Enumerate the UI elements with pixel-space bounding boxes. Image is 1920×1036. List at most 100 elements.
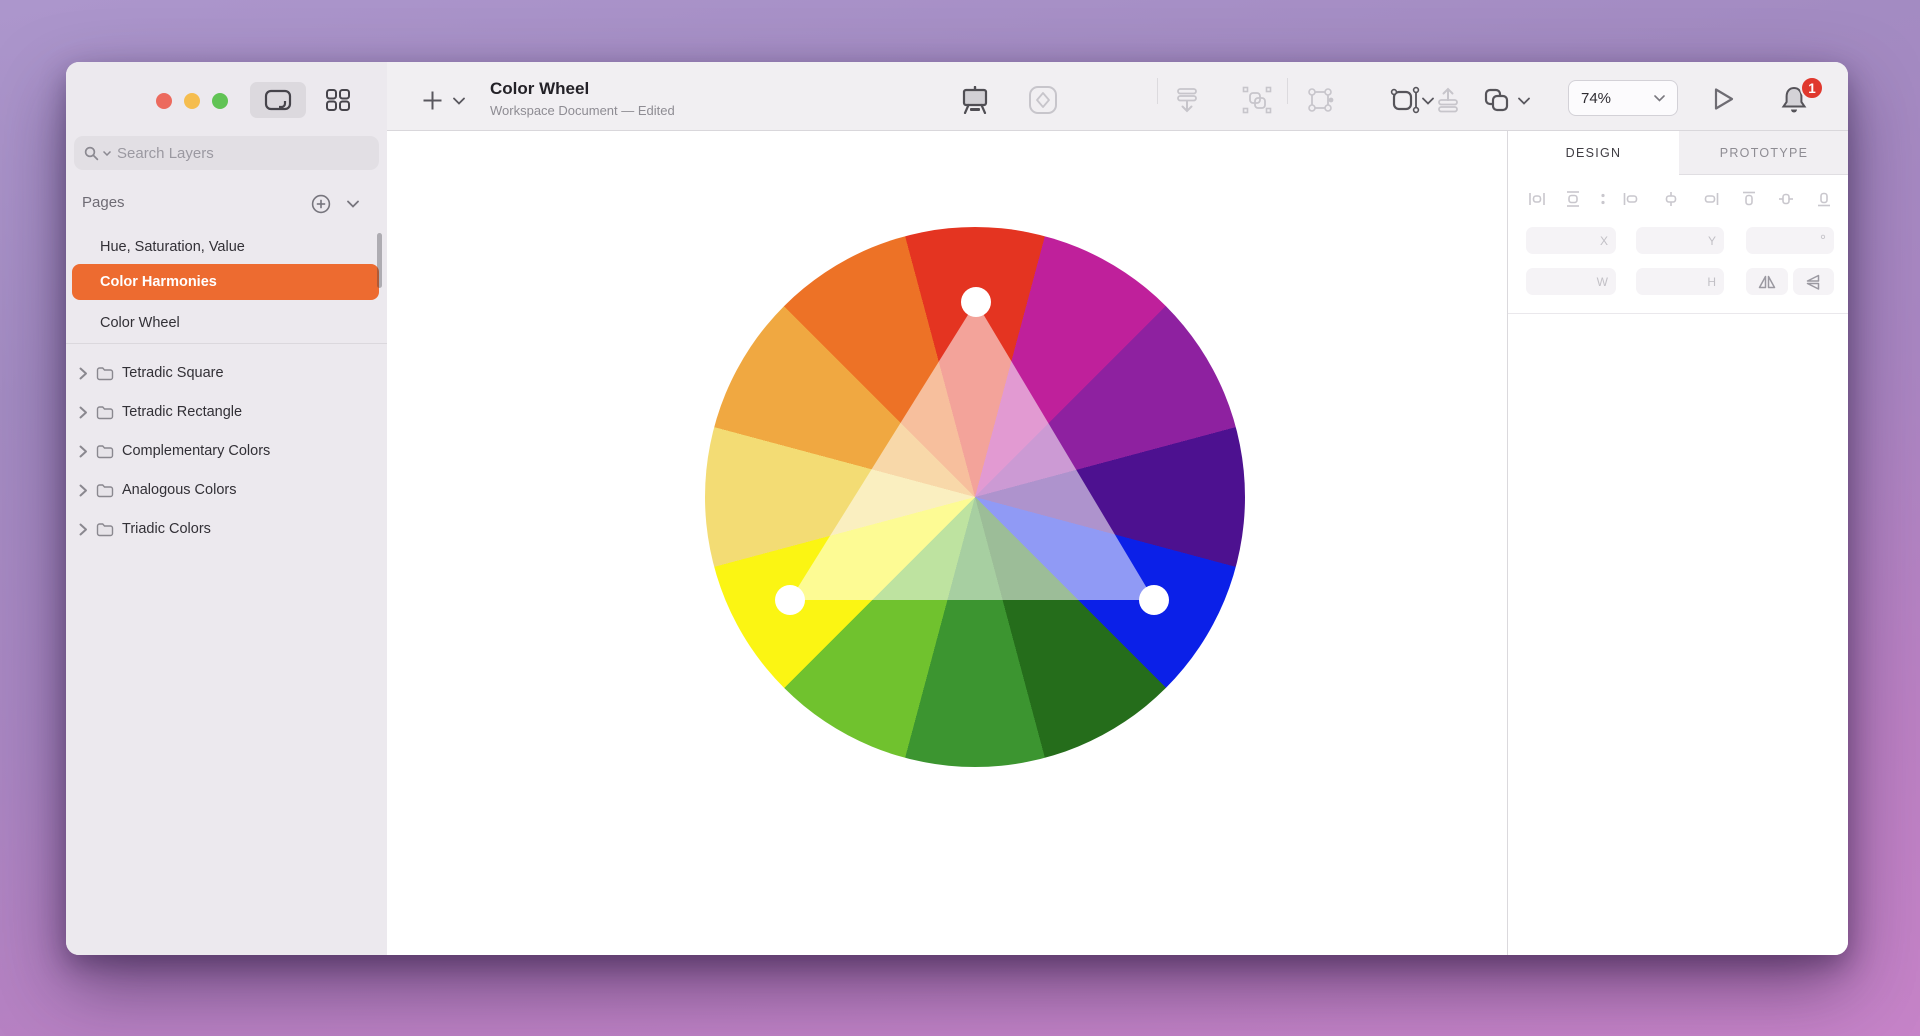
width-field[interactable]: W: [1526, 268, 1616, 295]
disclosure-chevron-icon[interactable]: [79, 367, 88, 380]
create-component-icon: [1242, 86, 1272, 114]
search-icon: [84, 146, 99, 161]
harmony-overlay: [387, 131, 1507, 955]
notification-badge: 1: [1800, 76, 1824, 100]
layer-folder-row[interactable]: Tetradic Rectangle: [72, 393, 379, 431]
symbol-diamond-icon: [1028, 85, 1058, 115]
harmony-handle[interactable]: [1139, 585, 1169, 615]
disclosure-chevron-icon[interactable]: [79, 445, 88, 458]
layer-folder-row[interactable]: Triadic Colors: [72, 510, 379, 548]
collapse-pages-chevron-icon[interactable]: [347, 200, 359, 208]
document-subtitle: Workspace Document — Edited: [490, 103, 675, 118]
pages-header: Pages: [66, 190, 387, 218]
search-scope-chevron-icon: [103, 151, 111, 156]
document-title-block: Color Wheel Workspace Document — Edited: [490, 79, 675, 118]
layer-label: Tetradic Square: [122, 365, 224, 381]
canvas-view-icon: [264, 89, 292, 111]
traffic-light-zoom[interactable]: [212, 93, 228, 109]
artboard-easel-icon: [959, 86, 991, 114]
align-right-icon[interactable]: [1702, 190, 1720, 208]
layer-list-view-toggle[interactable]: [250, 82, 306, 118]
create-component-button[interactable]: [1242, 86, 1272, 114]
page-item-label: Hue, Saturation, Value: [100, 239, 245, 255]
harmony-triangle[interactable]: [790, 302, 1154, 600]
disclosure-chevron-icon[interactable]: [79, 523, 88, 536]
layer-label: Triadic Colors: [122, 521, 211, 537]
layer-label: Analogous Colors: [122, 482, 236, 498]
app-window: Pages Hue, Saturation, Value Color Harmo…: [66, 62, 1848, 955]
tab-label: PROTOTYPE: [1720, 146, 1809, 160]
document-title: Color Wheel: [490, 79, 675, 99]
field-label: H: [1707, 275, 1716, 289]
tab-prototype[interactable]: PROTOTYPE: [1679, 131, 1848, 175]
distribute-vertical-icon[interactable]: [1564, 190, 1582, 208]
tab-design[interactable]: DESIGN: [1508, 131, 1679, 175]
artboard-button[interactable]: [959, 86, 991, 114]
canvas: [387, 131, 1507, 955]
layer-folder-row[interactable]: Complementary Colors: [72, 432, 379, 470]
toolbar: Color Wheel Workspace Document — Edited: [387, 62, 1848, 131]
play-icon: [1712, 87, 1736, 111]
play-prototype-button[interactable]: [1712, 87, 1736, 111]
align-bottom-icon[interactable]: [1815, 190, 1833, 208]
duplicate-button[interactable]: [1483, 87, 1511, 113]
zoom-dropdown[interactable]: 74%: [1568, 80, 1678, 116]
folder-icon: [96, 444, 114, 459]
resize-frame-button[interactable]: [1390, 86, 1420, 114]
layer-folder-row[interactable]: Tetradic Square: [72, 354, 379, 392]
frame-chevron-icon[interactable]: [1422, 97, 1434, 105]
zoom-value: 74%: [1581, 90, 1611, 107]
traffic-light-minimize[interactable]: [184, 93, 200, 109]
insert-chevron-icon[interactable]: [453, 97, 465, 105]
align-center-vertical-icon[interactable]: [1777, 190, 1795, 208]
y-position-field[interactable]: Y: [1636, 227, 1724, 254]
align-left-icon[interactable]: [1622, 190, 1640, 208]
search-input[interactable]: [115, 144, 369, 163]
layer-folder-row[interactable]: Analogous Colors: [72, 471, 379, 509]
harmony-handle[interactable]: [961, 287, 991, 317]
send-backward-icon: [1174, 87, 1200, 113]
sidebar-divider: [66, 343, 387, 344]
pages-title: Pages: [82, 194, 125, 211]
search-field[interactable]: [74, 136, 379, 170]
more-options-icon[interactable]: [1594, 190, 1612, 208]
grid-view-icon: [325, 88, 351, 112]
sidebar-scrollbar[interactable]: [377, 233, 382, 288]
field-label: X: [1600, 234, 1608, 248]
send-backward-button[interactable]: [1174, 87, 1200, 113]
symbols-button[interactable]: [1028, 85, 1058, 115]
inspector-panel: DESIGN PROTOTYPE: [1507, 131, 1848, 955]
flip-vertical-button[interactable]: [1793, 268, 1834, 295]
detach-component-button[interactable]: [1305, 86, 1335, 114]
bring-forward-icon: [1435, 87, 1461, 113]
toolbar-divider: [1287, 78, 1288, 104]
field-label: Y: [1708, 234, 1716, 248]
disclosure-chevron-icon[interactable]: [79, 406, 88, 419]
insert-plus-button[interactable]: [422, 90, 443, 111]
harmony-handle[interactable]: [775, 585, 805, 615]
field-label: W: [1597, 275, 1608, 289]
disclosure-chevron-icon[interactable]: [79, 484, 88, 497]
align-top-icon[interactable]: [1740, 190, 1758, 208]
rotation-field[interactable]: °: [1746, 227, 1834, 254]
sidebar: Pages Hue, Saturation, Value Color Harmo…: [66, 62, 388, 955]
align-center-horizontal-icon[interactable]: [1662, 190, 1680, 208]
bring-forward-button[interactable]: [1435, 87, 1461, 113]
page-item-2[interactable]: Color Wheel: [72, 305, 379, 341]
flip-vertical-icon: [1805, 274, 1823, 290]
page-item-1[interactable]: Color Harmonies: [72, 264, 379, 300]
x-position-field[interactable]: X: [1526, 227, 1616, 254]
height-field[interactable]: H: [1636, 268, 1724, 295]
distribute-horizontal-icon[interactable]: [1528, 190, 1546, 208]
flip-horizontal-icon: [1758, 274, 1776, 290]
flip-horizontal-button[interactable]: [1746, 268, 1788, 295]
tab-label: DESIGN: [1566, 146, 1622, 160]
duplicate-chevron-icon[interactable]: [1518, 97, 1530, 105]
page-item-0[interactable]: Hue, Saturation, Value: [72, 229, 379, 265]
inspector-divider: [1508, 313, 1848, 314]
add-page-button[interactable]: [311, 194, 331, 214]
traffic-light-close[interactable]: [156, 93, 172, 109]
folder-icon: [96, 483, 114, 498]
components-view-toggle[interactable]: [320, 82, 356, 118]
folder-icon: [96, 366, 114, 381]
